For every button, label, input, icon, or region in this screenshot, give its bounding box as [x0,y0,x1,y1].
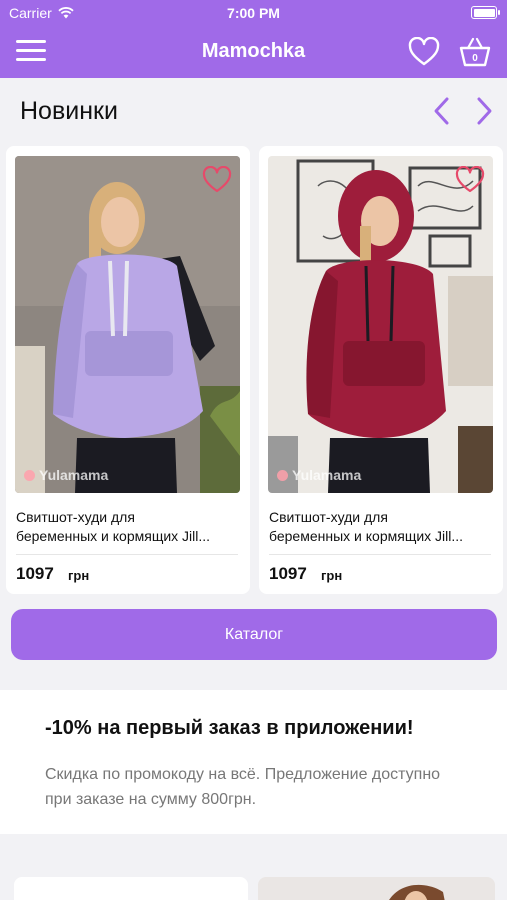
product-photo[interactable]: Yulamama [268,156,493,493]
section-title: Новинки [20,97,118,125]
favorite-heart-icon[interactable] [455,166,485,194]
product-card-partial[interactable] [14,877,248,900]
carousel-prev-button[interactable] [429,96,455,126]
clock: 7:00 PM [227,5,280,21]
catalog-button[interactable]: Каталог [11,609,497,660]
product-currency: грн [321,568,343,583]
divider [269,554,491,555]
promo-headline: -10% на первый заказ в приложении! [45,717,414,739]
promo-banner: -10% на первый заказ в приложении! Скидк… [0,690,507,834]
cart-count: 0 [472,53,478,64]
product-image [15,156,240,493]
product-photo[interactable]: Yulamama [15,156,240,493]
product-image [268,156,493,493]
product-image [389,885,445,900]
chevron-left-icon [434,97,449,125]
product-name[interactable]: Свитшот-худи для беременных и кормящих J… [16,508,241,546]
product-name[interactable]: Свитшот-худи для беременных и кормящих J… [269,508,494,546]
divider [16,554,238,555]
product-name-line: Свитшот-худи для [16,509,135,525]
product-card-partial[interactable] [258,877,495,900]
carousel-next-button[interactable] [471,96,497,126]
favorites-button[interactable] [408,36,440,67]
watermark: Yulamama [277,467,361,483]
product-card[interactable]: Yulamama Свитшот-худи для беременных и к… [259,146,503,594]
favorite-heart-icon[interactable] [202,166,232,194]
cart-button[interactable]: 0 [458,36,492,68]
nav-bar: Mamochka 0 [0,26,507,78]
product-price: 1097 [16,564,54,583]
chevron-right-icon [477,97,492,125]
product-card[interactable]: Yulamama Свитшот-худи для беременных и к… [6,146,250,594]
heart-outline-icon [408,36,440,66]
product-currency: грн [68,568,90,583]
product-name-line: беременных и кормящих Jill... [16,528,211,544]
battery-icon [471,6,500,19]
product-price: 1097 [269,564,307,583]
product-name-line: Свитшот-худи для [269,509,388,525]
basket-icon: 0 [459,37,491,67]
product-name-line: беременных и кормящих Jill... [269,528,464,544]
product-image [14,877,248,900]
promo-description: Скидка по промокоду на всё. Предложение … [45,766,441,808]
watermark-logo-icon [277,469,288,481]
watermark-text: Yulamama [292,467,362,483]
watermark: Yulamama [24,467,108,483]
watermark-text: Yulamama [39,467,109,483]
watermark-logo-icon [24,469,35,481]
status-bar: Carrier 7:00 PM [0,0,507,26]
